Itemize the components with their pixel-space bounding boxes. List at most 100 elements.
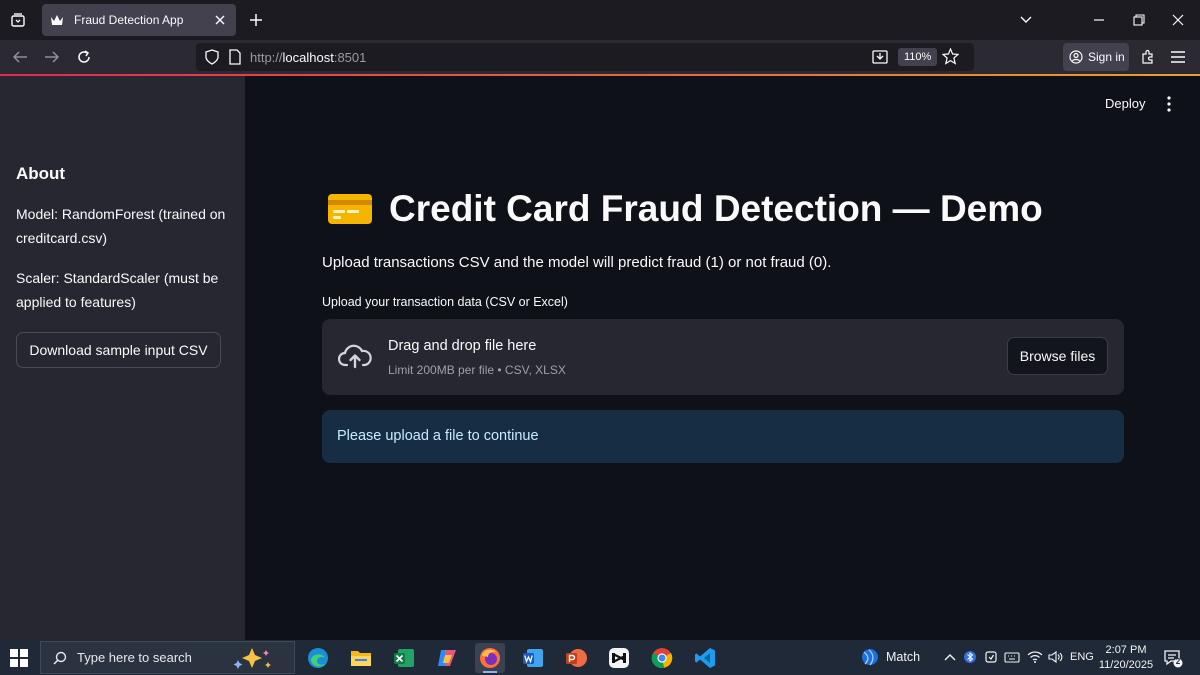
bluetooth-icon	[964, 651, 976, 663]
tray-security[interactable]	[983, 649, 999, 665]
zoom-level-badge[interactable]: 110%	[898, 48, 938, 66]
taskbar-search-placeholder: Type here to search	[77, 650, 192, 665]
streamlit-crown-icon	[50, 13, 64, 27]
taskbar-chrome[interactable]	[647, 643, 677, 673]
kebab-menu-icon	[1167, 96, 1171, 112]
tray-language[interactable]: ENG	[1070, 651, 1094, 663]
chevron-down-icon	[1020, 16, 1032, 23]
new-tab-button[interactable]	[244, 8, 268, 32]
plus-icon	[250, 14, 262, 26]
extensions-button[interactable]	[1136, 45, 1160, 69]
close-tab-icon[interactable]	[212, 12, 228, 28]
shield-icon[interactable]	[204, 49, 220, 65]
download-sample-csv-button[interactable]: Download sample input CSV	[16, 332, 221, 368]
file-uploader-label: Upload your transaction data (CSV or Exc…	[322, 295, 568, 309]
word-icon	[523, 649, 543, 667]
clock-date: 11/20/2025	[1098, 659, 1154, 671]
firefox-icon	[480, 648, 500, 668]
arrow-left-icon	[12, 51, 27, 63]
app-menu-button[interactable]	[1166, 45, 1190, 69]
main-content: Deploy Credit Card Fraud Detection — Dem…	[245, 76, 1200, 640]
credit-card-icon	[328, 194, 372, 224]
minimize-icon	[1094, 19, 1104, 21]
list-all-tabs-button[interactable]	[0, 0, 36, 40]
taskbar-widget[interactable]: Match	[860, 647, 920, 667]
taskbar-vscode[interactable]	[690, 643, 720, 673]
folder-icon	[351, 651, 371, 666]
tray-input-method[interactable]	[1004, 649, 1020, 665]
sign-in-button[interactable]: Sign in	[1063, 43, 1129, 71]
address-bar[interactable]: http://localhost:8501 110%	[196, 43, 974, 71]
cloud-upload-icon	[338, 344, 372, 369]
sidebar-model-text: Model: RandomForest (trained on creditca…	[16, 206, 226, 246]
speaker-icon	[1048, 650, 1063, 664]
vscode-icon	[695, 648, 715, 668]
url-port: :8501	[333, 50, 367, 65]
download-icon[interactable]	[872, 49, 888, 65]
windows-start-icon[interactable]	[10, 649, 28, 667]
page-title-row: Credit Card Fraud Detection — Demo	[327, 188, 1043, 230]
puzzle-icon	[1142, 49, 1153, 64]
keyboard-icon	[1004, 652, 1020, 663]
url-host: localhost	[282, 50, 334, 65]
taskbar-copilot[interactable]	[432, 643, 462, 673]
reload-button[interactable]	[72, 45, 96, 69]
page-description: Upload transactions CSV and the model wi…	[322, 254, 832, 271]
forward-button[interactable]	[40, 45, 64, 69]
deploy-button[interactable]: Deploy	[1105, 96, 1145, 111]
file-dropzone[interactable]: Drag and drop file here Limit 200MB per …	[322, 319, 1124, 395]
page-info-icon[interactable]	[228, 49, 242, 65]
main-menu-button[interactable]	[1163, 94, 1175, 114]
cricket-ball-icon	[862, 649, 878, 666]
arrow-right-icon	[45, 51, 60, 63]
tab-list-icon	[11, 13, 25, 27]
account-icon	[1069, 50, 1083, 64]
browse-files-button[interactable]: Browse files	[1007, 337, 1108, 375]
chevron-up-icon	[944, 654, 956, 661]
minimize-window-button[interactable]	[1077, 0, 1121, 40]
tray-clock[interactable]: 2:07 PM 11/20/2025	[1098, 643, 1154, 673]
restore-icon	[1133, 14, 1145, 26]
taskbar-powerpoint[interactable]	[561, 643, 591, 673]
powerpoint-icon	[566, 649, 587, 667]
back-button[interactable]	[8, 45, 32, 69]
restore-window-button[interactable]	[1117, 0, 1161, 40]
tray-network[interactable]	[1027, 649, 1043, 665]
hamburger-menu-icon	[1171, 51, 1185, 63]
taskbar-widget-label: Match	[886, 650, 921, 664]
dropzone-limits: Limit 200MB per file • CSV, XLSX	[388, 363, 566, 377]
excel-icon	[394, 649, 414, 667]
close-icon	[1172, 14, 1184, 26]
edge-browser-icon	[308, 648, 328, 668]
copilot-sparkle-icon[interactable]	[232, 646, 284, 670]
chrome-icon	[651, 648, 673, 669]
bookmark-star-icon[interactable]	[942, 48, 959, 65]
reload-icon	[78, 50, 90, 63]
taskbar-excel[interactable]	[389, 643, 419, 673]
show-hidden-icons-button[interactable]	[942, 649, 958, 665]
browser-tab-active[interactable]: Fraud Detection App	[42, 4, 236, 36]
taskbar-word[interactable]	[518, 643, 548, 673]
sidebar-heading: About	[16, 164, 66, 183]
taskbar-capcut[interactable]	[604, 643, 634, 673]
close-window-button[interactable]	[1156, 0, 1200, 40]
url-scheme: http://	[250, 50, 283, 65]
app-sidebar: About Model: RandomForest (trained on cr…	[0, 76, 245, 640]
tray-volume[interactable]	[1048, 649, 1064, 665]
info-alert-text: Please upload a file to continue	[337, 428, 539, 444]
sidebar-scaler-text: Scaler: StandardScaler (must be applied …	[16, 270, 219, 310]
browser-nav-bar: http://localhost:8501 110% Sign in	[0, 40, 1200, 74]
tab-overflow-chevron[interactable]	[1004, 0, 1048, 40]
taskbar-firefox[interactable]	[475, 643, 505, 673]
security-icon	[985, 651, 997, 663]
os-taskbar: Type here to search Match ENG 2:07 PM 11…	[0, 640, 1200, 675]
taskbar-file-explorer[interactable]	[346, 643, 376, 673]
taskbar-edge[interactable]	[303, 643, 333, 673]
sign-in-label: Sign in	[1088, 50, 1125, 64]
page-title: Credit Card Fraud Detection — Demo	[389, 188, 1043, 229]
search-icon	[53, 651, 67, 665]
wifi-icon	[1027, 651, 1043, 663]
dropzone-instructions: Drag and drop file here	[388, 338, 537, 354]
tray-bluetooth[interactable]	[962, 649, 978, 665]
notification-center-button[interactable]: 2	[1163, 648, 1183, 668]
